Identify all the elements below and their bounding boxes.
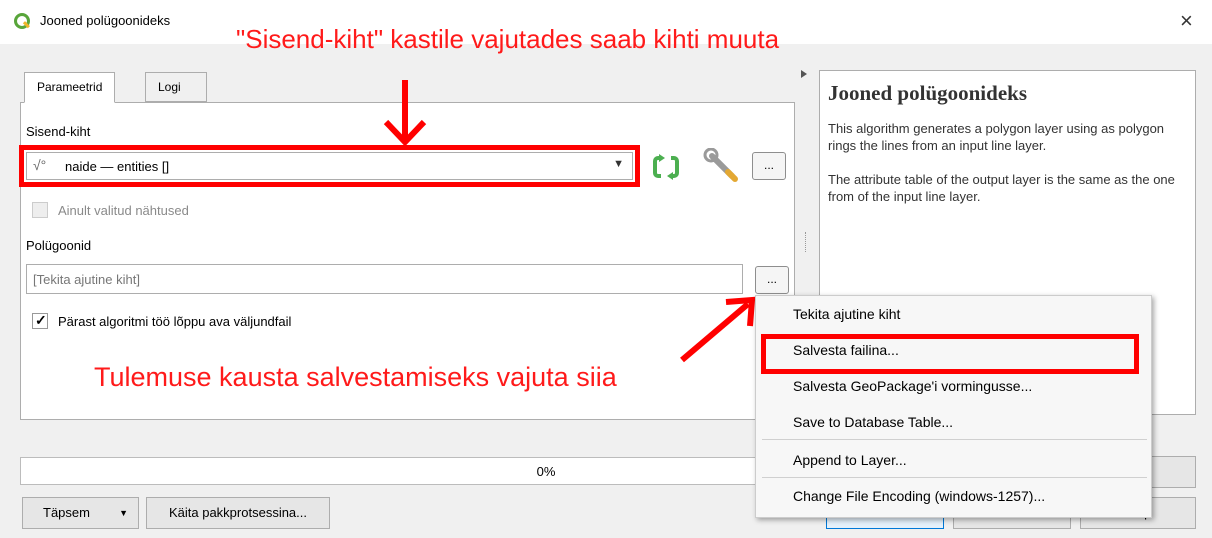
selected-only-label: Ainult valitud nähtused [58,203,189,218]
wrench-icon[interactable] [702,148,742,184]
splitter-arrow-icon[interactable] [801,70,807,78]
tab-log[interactable]: Logi [145,72,207,102]
help-title: Jooned polügoonideks [828,81,1027,105]
menu-item-save-to-file[interactable]: Salvesta failina... [793,342,899,358]
checkmark-icon: ✓ [35,312,47,328]
menu-separator [762,439,1147,440]
tab-label: Parameetrid [37,80,103,94]
annotation-save-hint: Tulemuse kausta salvestamiseks vajuta si… [94,362,617,392]
qgis-logo-icon [14,13,30,29]
input-layer-label: Sisend-kiht [26,124,91,139]
annotation-input-hint: "Sisend-kiht" kastile vajutades saab kih… [236,24,780,54]
input-browse-button[interactable]: ... [752,152,786,180]
menu-separator [762,477,1147,478]
output-options-menu: Tekita ajutine kiht Salvesta failina... … [755,295,1152,518]
selected-only-checkbox[interactable] [32,202,48,218]
annotation-arrow-diagonal [680,296,756,363]
splitter-handle[interactable] [805,232,807,252]
advanced-label: Täpsem [43,505,90,520]
menu-item-temp-layer[interactable]: Tekita ajutine kiht [793,306,900,322]
menu-item-change-encoding[interactable]: Change File Encoding (windows-1257)... [793,488,1045,504]
batch-process-button[interactable]: Käita pakkprotsessina... [146,497,330,529]
chevron-down-icon: ▼ [119,508,128,518]
menu-item-append-layer[interactable]: Append to Layer... [793,452,907,468]
advanced-button[interactable]: Täpsem ▼ [22,497,139,529]
tab-label: Logi [158,80,181,94]
iterate-icon[interactable] [651,154,681,180]
input-layer-value: naide — entities [] [65,159,170,174]
help-paragraph: The attribute table of the output layer … [828,172,1175,204]
help-paragraph: This algorithm generates a polygon layer… [828,121,1165,153]
open-after-checkbox[interactable]: ✓ [32,312,48,329]
menu-item-save-database[interactable]: Save to Database Table... [793,414,953,430]
chevron-down-icon: ▼ [613,158,624,170]
open-after-label: Pärast algoritmi töö lõppu ava väljundfa… [58,314,292,329]
annotation-arrow-down [383,80,427,147]
menu-item-save-geopackage[interactable]: Salvesta GeoPackage'i vormingusse... [793,378,1032,394]
tab-parameters[interactable]: Parameetrid [24,72,116,103]
window-title: Jooned polügoonideks [40,13,171,28]
line-layer-icon: √° [33,157,47,173]
input-layer-combo[interactable]: √° naide — entities [] ▼ [26,152,633,180]
output-label: Polügoonid [26,238,92,253]
close-icon[interactable]: × [1180,8,1193,34]
output-field[interactable]: [Tekita ajutine kiht] [26,264,743,294]
output-browse-button[interactable]: ... [755,266,789,294]
